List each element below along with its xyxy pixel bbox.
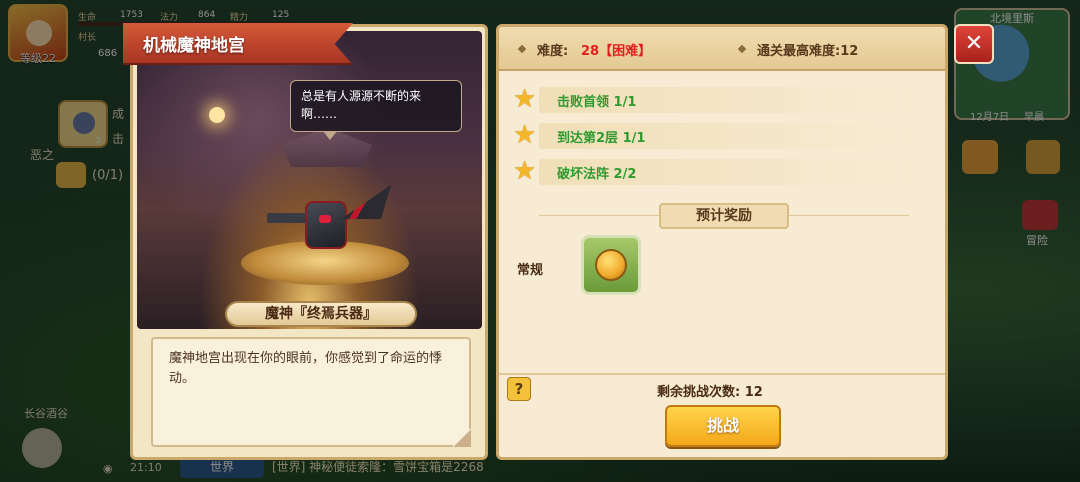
remaining-attempts: 剩余挑战次数: 12	[657, 385, 763, 400]
boss-body	[305, 201, 347, 249]
boss-wing	[341, 185, 391, 219]
challenge-panel: 难度: 28【困难】 通关最高难度:12 ★ 击败首领 1/1 ★ 到达第2层 …	[496, 24, 948, 460]
dungeon-title: 机械魔神地宫	[143, 36, 245, 56]
star-icon: ★	[513, 84, 537, 114]
mission-text: 破坏法阵 2/2	[557, 167, 637, 182]
title-ribbon: 机械魔神地宫	[123, 23, 353, 65]
boss-sprite[interactable]	[267, 181, 391, 261]
diamond-icon	[737, 44, 747, 54]
mission-list: ★ 击败首领 1/1 ★ 到达第2层 1/1 ★ 破坏法阵 2/2	[513, 85, 923, 193]
difficulty-value: 28【困难】	[581, 44, 652, 59]
difficulty-header: 难度: 28【困难】 通关最高难度:12	[499, 27, 945, 71]
reward-title: 预计奖励	[696, 208, 752, 224]
star-icon: ★	[513, 156, 537, 186]
description-text: 魔神地宫出现在你的眼前，你感觉到了命运的悸动。	[169, 351, 443, 386]
reward-item[interactable]	[581, 235, 641, 295]
dungeon-description: 魔神地宫出现在你的眼前，你感觉到了命运的悸动。	[151, 337, 471, 447]
boss-name-plate: 魔神『终焉兵器』	[225, 301, 417, 327]
help-button[interactable]: ?	[507, 377, 531, 401]
difficulty-label: 难度:	[537, 44, 569, 59]
boss-eye	[319, 215, 331, 223]
coin-icon	[595, 249, 627, 281]
panel-divider	[499, 373, 945, 375]
boss-speech-bubble: 总是有人源源不断的来啊……	[290, 80, 462, 140]
mission-text: 击败首领 1/1	[557, 95, 637, 110]
reward-type-label: 常规	[517, 263, 544, 278]
page-fold	[453, 429, 471, 447]
mission-item: ★ 到达第2层 1/1	[513, 121, 923, 151]
diamond-icon	[517, 44, 527, 54]
mission-text: 到达第2层 1/1	[557, 131, 646, 146]
best-difficulty: 通关最高难度:12	[757, 44, 859, 59]
challenge-button[interactable]: 挑战	[665, 405, 781, 447]
star-icon: ★	[513, 120, 537, 150]
moon-icon	[209, 107, 225, 123]
boss-scene: 魔神『终焉兵器』	[137, 31, 482, 329]
mission-item: ★ 破坏法阵 2/2	[513, 157, 923, 187]
reward-header: 预计奖励	[659, 203, 789, 229]
close-icon[interactable]: ✕	[954, 24, 994, 64]
mission-item: ★ 击败首领 1/1	[513, 85, 923, 115]
